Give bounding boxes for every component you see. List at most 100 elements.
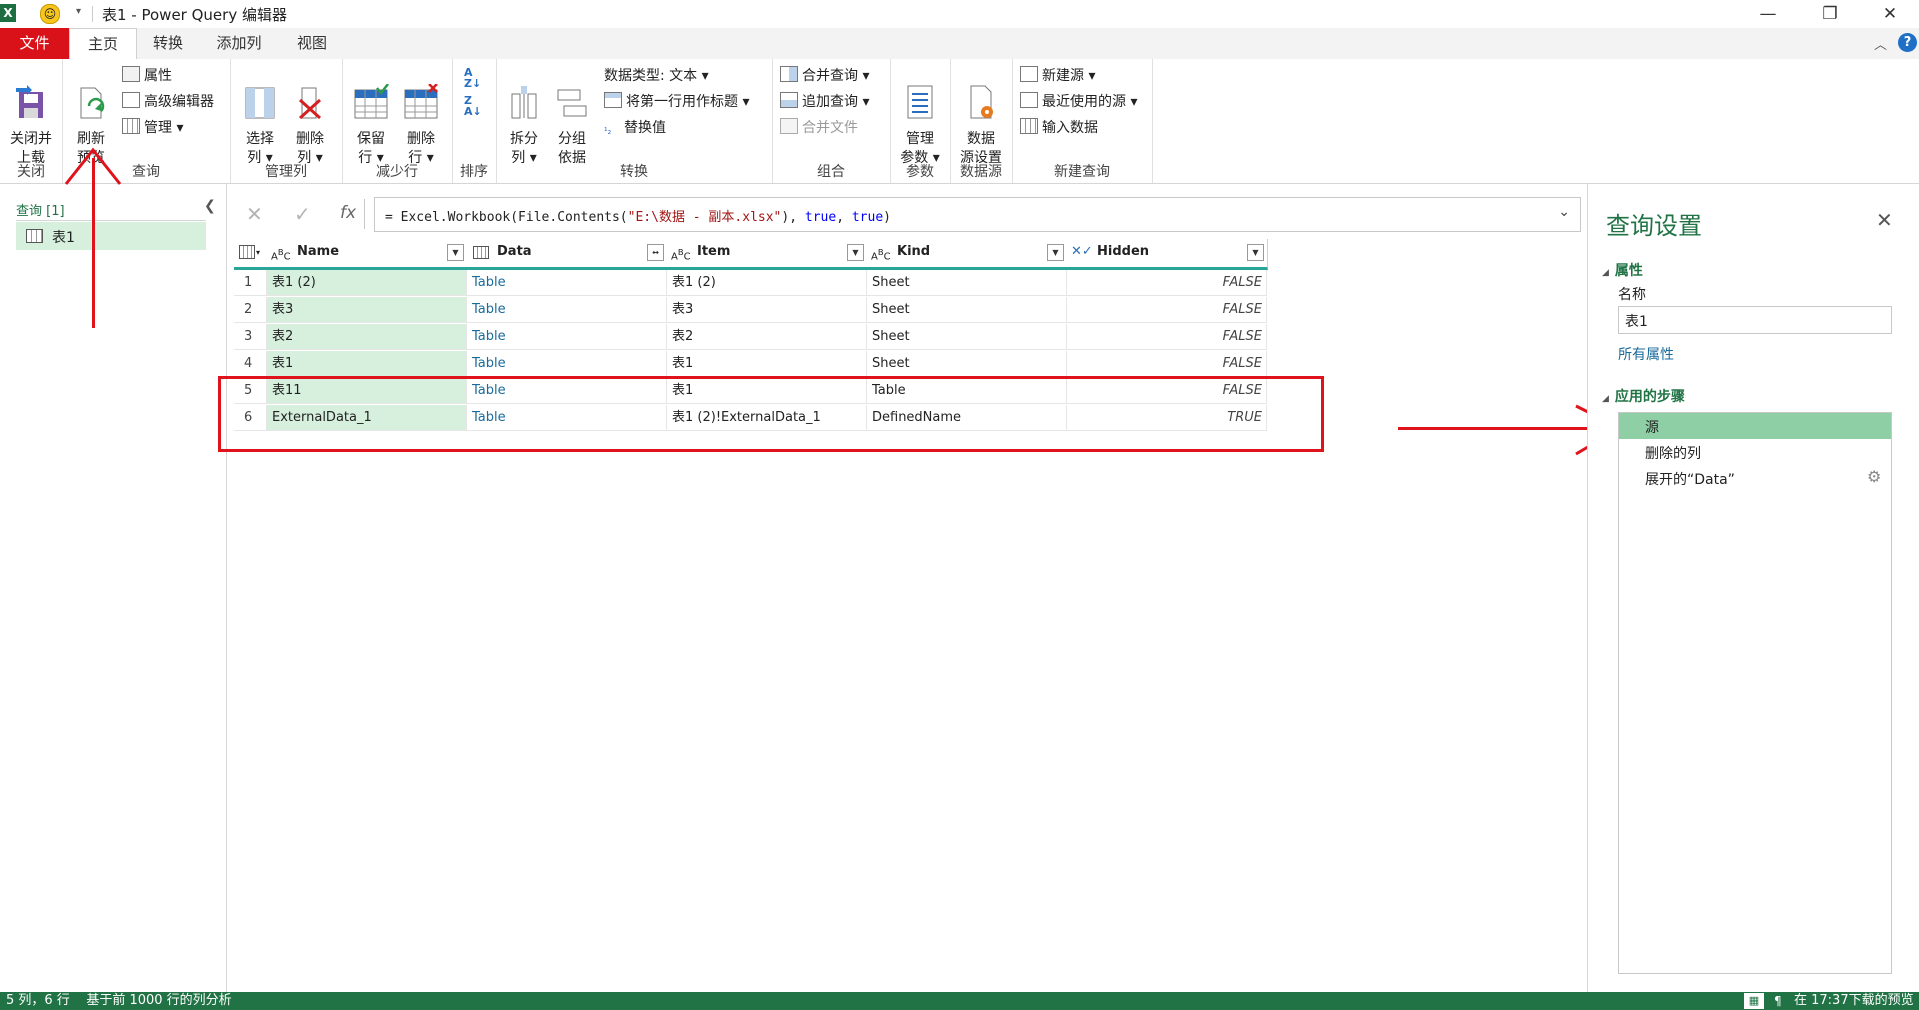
formula-bar-input[interactable]: = Excel.Workbook(File.Contents("E:\数据 - … <box>374 197 1581 232</box>
step-item[interactable]: 源 <box>1619 413 1891 439</box>
properties-section-header[interactable]: ◢ 属性 <box>1602 260 1643 280</box>
enter-data-button[interactable]: 输入数据 <box>1020 117 1098 139</box>
formula-kw1: true <box>804 210 837 225</box>
column-header-label: Item <box>697 244 731 259</box>
step-label: 源 <box>1645 420 1659 436</box>
new-source-button[interactable]: 新建源 ▾ <box>1020 65 1095 87</box>
keep-rows-button[interactable]: 保留 行 ▾ <box>348 65 394 168</box>
column-header-item[interactable]: ABC Item ▼ <box>667 239 868 270</box>
properties-icon <box>122 66 140 82</box>
filter-dropdown-icon[interactable]: ▼ <box>847 244 864 261</box>
show-whitespace-icon[interactable]: ¶ <box>1774 992 1782 1010</box>
group-combine-label: 组合 <box>817 164 845 180</box>
expand-column-icon[interactable]: ↔ <box>647 244 664 261</box>
tab-home[interactable]: 主页 <box>69 28 137 60</box>
help-icon[interactable]: ? <box>1898 33 1917 52</box>
table-icon <box>26 229 43 243</box>
combine-files-button[interactable]: 合并文件 <box>780 117 858 139</box>
column-header-data[interactable]: Data ↔ <box>467 239 668 270</box>
split-column-button[interactable]: 拆分 列 ▾ <box>502 65 546 168</box>
query-item[interactable]: 表1 <box>16 222 206 250</box>
cell-name: 表3 <box>267 297 467 323</box>
close-settings-icon[interactable]: ✕ <box>1876 208 1893 232</box>
collapse-queries-icon[interactable]: ❮ <box>204 198 216 214</box>
fx-icon[interactable]: fx <box>340 203 356 223</box>
remove-columns-button[interactable]: 删除 列 ▾ <box>288 65 332 168</box>
group-transform: 拆分 列 ▾ 分组 依据 数据类型: 文本 ▾ 将第一行用作标题 ▾ ¹₂ 替换值… <box>496 59 773 183</box>
new-source-icon <box>1020 66 1038 82</box>
enter-data-label: 输入数据 <box>1042 120 1098 136</box>
tab-view[interactable]: 视图 <box>284 28 340 59</box>
properties-header-label: 属性 <box>1614 263 1643 279</box>
remove-columns-icon <box>298 87 322 120</box>
applied-steps-section-header[interactable]: ◢ 应用的步骤 <box>1602 386 1685 406</box>
grid-corner[interactable]: ▾ <box>234 239 268 270</box>
group-by-button[interactable]: 分组 依据 <box>550 65 594 168</box>
advanced-editor-button[interactable]: 高级编辑器 <box>122 91 214 113</box>
text-type-icon: ABC <box>271 247 291 263</box>
cancel-formula-icon[interactable]: ✕ <box>246 202 263 226</box>
row-number: 3 <box>234 324 267 350</box>
group-close-label: 关闭 <box>17 164 45 180</box>
all-properties-link[interactable]: 所有属性 <box>1618 344 1674 364</box>
column-header-kind[interactable]: ABC Kind ▼ <box>867 239 1068 270</box>
group-by-icon <box>557 89 587 117</box>
append-queries-button[interactable]: 追加查询 ▾ <box>780 91 869 113</box>
merge-queries-button[interactable]: 合并查询 ▾ <box>780 65 869 87</box>
cell-data[interactable]: Table <box>467 351 667 377</box>
expand-formula-icon[interactable]: ⌄ <box>1558 204 1570 220</box>
manage-parameters-button[interactable]: 管理 参数 ▾ <box>896 65 944 168</box>
use-first-row-headers-button[interactable]: 将第一行用作标题 ▾ <box>604 91 749 113</box>
minimize-button[interactable]: — <box>1748 2 1788 26</box>
step-item[interactable]: 删除的列 <box>1619 439 1891 465</box>
merge-queries-label: 合并查询 <box>802 68 858 84</box>
properties-button[interactable]: 属性 <box>122 65 172 87</box>
column-header-hidden[interactable]: ✕✓ Hidden ▼ <box>1067 239 1268 270</box>
collapse-ribbon-icon[interactable]: ︿ <box>1874 34 1887 53</box>
cell-data[interactable]: Table <box>467 297 667 323</box>
sort-descending-icon[interactable]: Z A↓ <box>464 95 482 117</box>
tab-transform[interactable]: 转换 <box>140 28 196 59</box>
close-load-icon <box>16 85 43 118</box>
remove-rows-button[interactable]: 删除 行 ▾ <box>398 65 444 168</box>
tab-add-column[interactable]: 添加列 <box>206 28 272 59</box>
applied-steps-list: 源 删除的列 展开的“Data” ⚙ <box>1618 412 1892 974</box>
step-label: 删除的列 <box>1645 446 1701 462</box>
cell-kind: Sheet <box>867 324 1067 350</box>
sort-ascending-icon[interactable]: A Z↓ <box>464 67 481 89</box>
data-type-dropdown[interactable]: 数据类型: 文本 ▾ <box>604 65 709 87</box>
formula-kw2: true <box>851 210 884 225</box>
enter-data-icon <box>1020 118 1038 134</box>
filter-dropdown-icon[interactable]: ▼ <box>1247 244 1264 261</box>
smiley-feedback-icon[interactable]: ☺ <box>40 4 60 24</box>
formula-divider <box>364 199 365 229</box>
close-and-load-button[interactable]: 关闭并 上载 <box>4 65 58 168</box>
collapse-triangle-icon: ◢ <box>1602 268 1609 278</box>
choose-columns-button[interactable]: 选择 列 ▾ <box>238 65 282 168</box>
new-source-label: 新建源 <box>1042 68 1084 84</box>
replace-values-label: 替换值 <box>624 120 666 136</box>
quick-access-dropdown-icon[interactable]: ▾ <box>76 6 81 17</box>
filter-dropdown-icon[interactable]: ▼ <box>1047 244 1064 261</box>
group-manage-columns-label: 管理列 <box>265 164 307 180</box>
tab-file[interactable]: 文件 <box>0 28 69 59</box>
query-name-input[interactable]: 表1 <box>1618 306 1892 334</box>
commit-formula-icon[interactable]: ✓ <box>294 202 311 226</box>
column-header-name[interactable]: ABC Name ▼ <box>267 239 468 270</box>
append-queries-label: 追加查询 <box>802 94 858 110</box>
restore-button[interactable]: ❐ <box>1810 2 1850 26</box>
replace-values-button[interactable]: ¹₂ 替换值 <box>604 117 666 139</box>
recent-sources-label: 最近使用的源 <box>1042 94 1126 110</box>
filter-dropdown-icon[interactable]: ▼ <box>447 244 464 261</box>
recent-sources-button[interactable]: 最近使用的源 ▾ <box>1020 91 1137 113</box>
manage-button[interactable]: 管理 ▾ <box>122 117 183 139</box>
cell-hidden: FALSE <box>1067 324 1267 350</box>
manage-icon <box>122 118 140 134</box>
cell-data[interactable]: Table <box>467 324 667 350</box>
cell-data[interactable]: Table <box>467 270 667 296</box>
step-settings-gear-icon[interactable]: ⚙ <box>1867 467 1881 486</box>
grid-view-icon[interactable]: ▦ <box>1744 993 1764 1009</box>
close-window-button[interactable]: ✕ <box>1870 2 1910 26</box>
step-item[interactable]: 展开的“Data” ⚙ <box>1619 465 1891 491</box>
data-source-settings-button[interactable]: 数据 源设置 <box>954 65 1008 168</box>
